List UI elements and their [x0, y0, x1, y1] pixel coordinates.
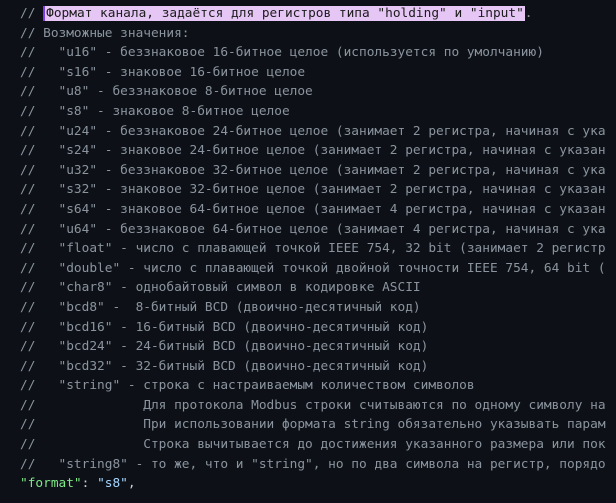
code-line-comment: // Строка вычитывается до достижения ука… — [20, 437, 606, 453]
code-editor[interactable]: // Формат канала, задаётся для регистров… — [0, 0, 616, 503]
code-line-comment: // "char8" - однобайтовый символ в кодир… — [20, 280, 421, 296]
code-line-comment: // "u32" - беззнаковое 32-битное целое (… — [20, 162, 606, 178]
code-line-comment: // "s32" - знаковое 32-битное целое (зан… — [20, 182, 606, 198]
code-line-comment: // "string8" - то же, что и "string", но… — [20, 456, 606, 472]
code-line-comment: // "float" - число с плавающей точкой IE… — [20, 241, 606, 257]
code-line-comment: // "bcd24" - 24-битный BCD (двоично-деся… — [20, 339, 429, 355]
json-colon: : — [81, 476, 98, 492]
code-line-format-description: // Формат канала, задаётся для регистров… — [0, 4, 616, 24]
comment-prefix: // — [20, 6, 44, 21]
code-line-comment: // "bcd16" - 16-битный BCD (двоично-деся… — [20, 319, 429, 335]
json-comma: , — [127, 476, 136, 492]
code-line-comment: // "string" - строка с настраиваемым кол… — [20, 378, 475, 394]
code-line-comment: // "u8" - беззнаковое 8-битное целое — [20, 84, 313, 100]
code-line-comment: // "u16" - беззнаковое 16-битное целое (… — [20, 45, 544, 61]
code-line-comment: // "s8" - знаковое 8-битное целое — [20, 103, 290, 119]
code-line-comment: // Возможные значения: — [20, 25, 190, 41]
json-string-value: "s8" — [97, 476, 128, 492]
code-line-comment: // "bcd8" - 8-битный BCD (двоично-десяти… — [20, 299, 421, 315]
code-line-comment: // "s64" - знаковое 64-битное целое (зан… — [20, 201, 606, 217]
code-line-comment: // "s24" - знаковое 24-битное целое (зан… — [20, 143, 606, 159]
json-key: "format" — [20, 476, 82, 492]
code-line-comment: // При использовании формата string обяз… — [20, 417, 606, 433]
code-line-comment: // "bcd32" - 32-битный BCD (двоично-деся… — [20, 358, 429, 374]
comment-suffix: . — [524, 6, 533, 21]
code-line-comment: // "s16" - знаковое 16-битное целое — [20, 64, 306, 80]
code-line-format-property: "format": "s8", — [0, 474, 616, 494]
selected-text-highlight[interactable]: Формат канала, задаётся для регистров ти… — [43, 6, 525, 21]
code-line-comment: // "double" - число с плавающей точкой д… — [20, 260, 606, 276]
code-line-comment: // "u24" - беззнаковое 24-битное целое (… — [20, 123, 606, 139]
code-line-comment: // Для протокола Modbus строки считывают… — [20, 397, 606, 413]
code-line-comment: // "u64" - беззнаковое 64-битное целое (… — [20, 221, 606, 237]
